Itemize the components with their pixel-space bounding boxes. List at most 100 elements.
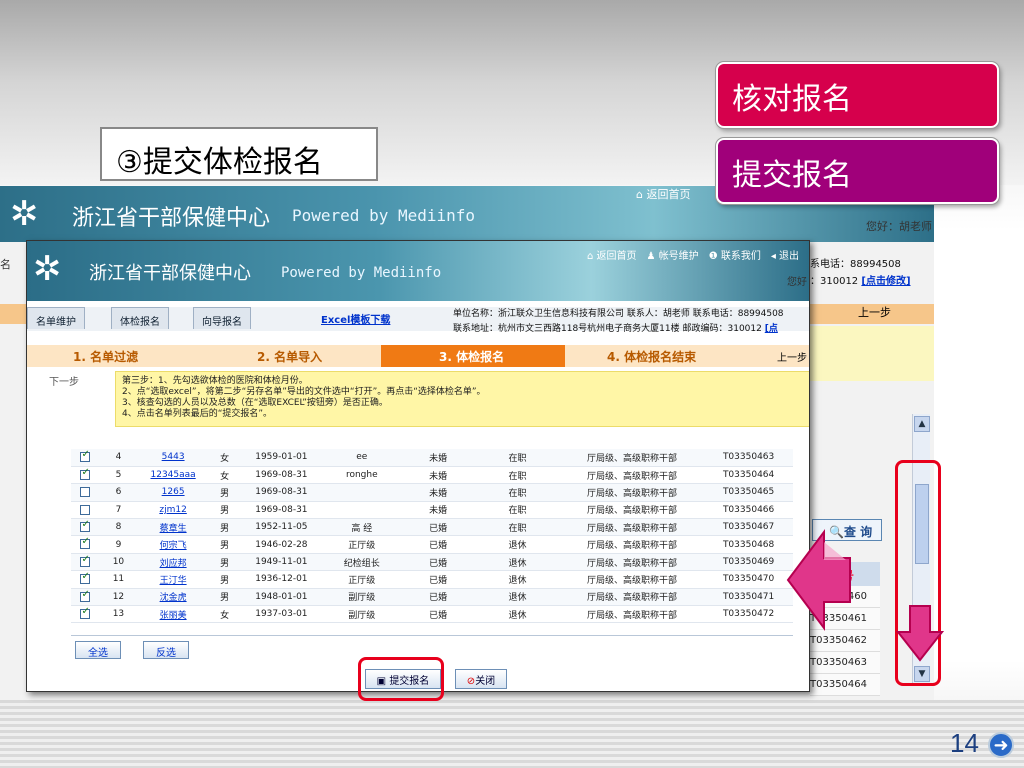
birth-cell: 1948-01-01 bbox=[240, 588, 323, 607]
row-checkbox[interactable] bbox=[80, 589, 91, 602]
code-cell: T03350467 bbox=[704, 518, 793, 537]
row-checkbox[interactable] bbox=[80, 487, 91, 498]
birth-cell: 1949-11-01 bbox=[240, 553, 323, 572]
row-checkbox[interactable] bbox=[80, 449, 91, 463]
row-number: 13 bbox=[99, 605, 137, 624]
logout-link[interactable]: ◂ 退出 bbox=[771, 247, 799, 262]
bg-postal-line: ：310012 bbox=[810, 276, 859, 287]
checkbox[interactable] bbox=[71, 570, 100, 589]
table-divider bbox=[71, 635, 793, 636]
checkbox[interactable] bbox=[71, 483, 100, 502]
fg-edit-link[interactable]: [点 bbox=[765, 324, 778, 334]
excel-template-link[interactable]: Excel模板下载 bbox=[321, 311, 390, 326]
checkbox[interactable] bbox=[71, 518, 100, 537]
name-cell[interactable]: zjm12 bbox=[137, 501, 210, 520]
logout-link-label: 退出 bbox=[779, 251, 800, 262]
name-cell[interactable]: 张丽美 bbox=[137, 605, 210, 624]
status-cell: 退休 bbox=[475, 535, 560, 554]
name-cell[interactable]: 蔡章生 bbox=[137, 518, 210, 537]
status-cell: 退休 bbox=[475, 570, 560, 589]
page-number: 14 bbox=[950, 728, 979, 758]
name-cell[interactable]: 1265 bbox=[137, 483, 210, 502]
name-cell[interactable]: 王汀华 bbox=[137, 570, 210, 589]
code-cell: T03350469 bbox=[704, 553, 793, 572]
checkbox[interactable] bbox=[71, 553, 100, 572]
level-cell: 厅局级、高级职称干部 bbox=[559, 518, 705, 537]
row-checkbox[interactable] bbox=[80, 467, 91, 480]
sex-cell: 男 bbox=[209, 535, 241, 554]
bg-greeting: 您好：胡老师 bbox=[866, 220, 932, 233]
invert-selection-button[interactable]: 反选 bbox=[143, 641, 189, 659]
submit-button-highlight bbox=[358, 657, 444, 701]
bg-home-link[interactable]: ⌂ 返回首页 bbox=[636, 186, 690, 202]
contact-link[interactable]: ❶ 联系我们 bbox=[709, 247, 761, 262]
checkbox[interactable] bbox=[71, 588, 100, 607]
post-cell: 纪检组长 bbox=[322, 553, 401, 572]
row-checkbox[interactable] bbox=[80, 571, 91, 585]
prev-step-link[interactable]: 上一步 bbox=[777, 349, 807, 364]
birth-cell: 1936-12-01 bbox=[240, 570, 323, 589]
post-cell: 副厅级 bbox=[322, 605, 401, 624]
bg-contact-info: 系电话：88994508 ：310012 [点击修改] bbox=[810, 256, 934, 290]
step-4: 4. 体检报名结束 bbox=[607, 350, 697, 364]
code-cell: T03350470 bbox=[704, 570, 793, 589]
row-checkbox[interactable] bbox=[80, 504, 91, 515]
birth-cell: 1959-01-01 bbox=[240, 449, 323, 467]
table-row: 13张丽美女1937-03-01副厅级已婚退休厅局级、高级职称干部T033504… bbox=[71, 605, 793, 624]
bg-prev-step[interactable]: 上一步 bbox=[858, 304, 891, 320]
next-step-link[interactable]: 下一步 bbox=[49, 373, 79, 388]
checkbox[interactable] bbox=[71, 605, 100, 624]
checkbox[interactable] bbox=[71, 501, 100, 520]
checkbox[interactable] bbox=[71, 466, 100, 485]
account-link[interactable]: ♟ 帐号维护 bbox=[647, 247, 699, 262]
tab-list-maintenance[interactable]: 名单维护 bbox=[27, 307, 85, 329]
table-row: 45443女1959-01-01ee未婚在职厅局级、高级职称干部T0335046… bbox=[71, 449, 793, 467]
marital-cell: 已婚 bbox=[401, 553, 476, 572]
unit-line-1: 单位名称：浙江联众卫生信息科技有限公司 联系人：胡老师 联系电话：8899450… bbox=[453, 309, 784, 319]
fg-org-title: 浙江省干部保健中心 bbox=[89, 263, 251, 284]
down-arrow-icon bbox=[896, 605, 944, 662]
row-checkbox[interactable] bbox=[80, 554, 91, 567]
instruction-line: 第三步：1、先勾选欲体检的医院和体检月份。 bbox=[122, 376, 308, 386]
table-row: 512345aaa女1969-08-31ronghe未婚在职厅局级、高级职称干部… bbox=[71, 466, 793, 485]
level-cell: 厅局级、高级职称干部 bbox=[559, 449, 705, 467]
status-cell: 在职 bbox=[475, 466, 560, 485]
bg-edit-link[interactable]: [点击修改] bbox=[861, 276, 910, 287]
checkbox[interactable] bbox=[71, 535, 100, 554]
close-button[interactable]: ⊘关闭 bbox=[455, 669, 507, 689]
row-number: 7 bbox=[99, 501, 137, 520]
table-row: 9何宗飞男1946-02-28正厅级已婚退休厅局级、高级职称干部T0335046… bbox=[71, 535, 793, 554]
name-cell[interactable]: 12345aaa bbox=[137, 466, 210, 485]
code-cell: T03350471 bbox=[704, 588, 793, 607]
fg-tab-bar: 名单维护 体检报名 向导报名 Excel模板下载 单位名称：浙江联众卫生信息科技… bbox=[27, 307, 809, 334]
post-cell: 副厅级 bbox=[322, 588, 401, 607]
row-checkbox[interactable] bbox=[80, 519, 91, 532]
bg-powered-by: Powered by Mediinfo bbox=[292, 206, 476, 225]
name-cell[interactable]: 沈金虎 bbox=[137, 588, 210, 607]
sex-cell: 男 bbox=[209, 553, 241, 572]
status-cell: 退休 bbox=[475, 605, 560, 624]
level-cell: 厅局级、高级职称干部 bbox=[559, 570, 705, 589]
row-checkbox[interactable] bbox=[80, 606, 91, 619]
level-cell: 厅局级、高级职称干部 bbox=[559, 501, 705, 520]
checkbox[interactable] bbox=[71, 449, 100, 467]
home-link-label: 返回首页 bbox=[596, 251, 637, 262]
row-checkbox[interactable] bbox=[80, 536, 91, 550]
name-cell[interactable]: 刘应邦 bbox=[137, 553, 210, 572]
contact-link-label: 联系我们 bbox=[720, 251, 761, 262]
tab-exam-registration[interactable]: 体检报名 bbox=[111, 307, 169, 329]
instruction-box: 第三步：1、先勾选欲体检的医院和体检月份。 2、点“选取excel”，将第二步“… bbox=[115, 371, 809, 427]
home-link[interactable]: ⌂ 返回首页 bbox=[587, 247, 637, 262]
post-cell bbox=[322, 483, 401, 502]
bg-code-cell: T03350464 bbox=[810, 674, 880, 696]
name-cell[interactable]: 5443 bbox=[137, 449, 210, 467]
close-icon: ⊘ bbox=[466, 676, 476, 687]
row-number: 5 bbox=[99, 466, 137, 485]
table-row: 6 1265 男 1969-08-31 未婚 在职 厅局级、高级职称干部 T03350465 bbox=[71, 483, 793, 502]
tab-guided-registration[interactable]: 向导报名 bbox=[193, 307, 251, 329]
next-slide-icon[interactable]: ➜ bbox=[988, 732, 1014, 758]
select-all-button[interactable]: 全选 bbox=[75, 641, 121, 659]
birth-cell: 1969-08-31 bbox=[240, 501, 323, 520]
scroll-up-icon[interactable]: ▲ bbox=[914, 416, 930, 432]
name-cell[interactable]: 何宗飞 bbox=[137, 535, 210, 554]
